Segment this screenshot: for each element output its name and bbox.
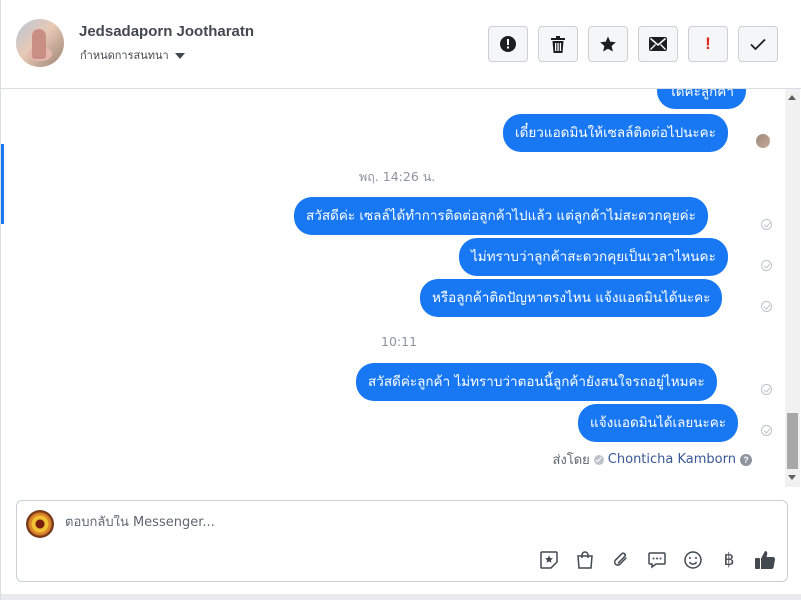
check-icon — [750, 38, 766, 50]
sent-check-icon — [761, 219, 772, 230]
sender-name[interactable]: Chonticha Kamborn — [608, 452, 736, 467]
sticker-button[interactable] — [537, 548, 561, 572]
contact-avatar[interactable] — [16, 19, 64, 67]
payment-button[interactable]: ฿ — [717, 548, 741, 572]
shopping-bag-icon — [577, 551, 593, 569]
sticker-icon — [540, 551, 558, 569]
message-timestamp: พฤ. 14:26 น. — [359, 169, 436, 184]
sent-by-label: ส่งโดย — [552, 453, 590, 468]
message-bubble[interactable]: หรือลูกค้าติดปัญหาตรงไหน แจ้งแอดมินได้นะ… — [420, 279, 723, 317]
header-toolbar: ! — [488, 26, 778, 62]
message-bubble[interactable]: เดี๋ยวแอดมินให้เซลล์ติดต่อไปนะคะ — [503, 114, 728, 152]
scroll-thumb[interactable] — [787, 413, 798, 469]
emoji-icon — [684, 551, 702, 569]
saved-replies-button[interactable] — [645, 548, 669, 572]
shop-button[interactable] — [573, 548, 597, 572]
message-bubble[interactable]: ได้ค่ะลูกค้า — [657, 89, 746, 109]
sent-check-icon — [761, 425, 772, 436]
page-avatar — [26, 510, 54, 538]
contact-name[interactable]: Jedsadaporn Jootharatn — [79, 23, 254, 40]
exclamation-icon: ! — [705, 34, 711, 53]
paperclip-icon — [613, 552, 627, 566]
help-icon[interactable]: ? — [740, 453, 752, 466]
schedule-dropdown[interactable]: กำหนดการสนทนา — [80, 46, 185, 64]
message-thread[interactable]: ได้ค่ะลูกค้า เดี๋ยวแอดมินให้เซลล์ติดต่อไ… — [1, 89, 785, 487]
sent-check-icon — [761, 384, 772, 395]
envelope-icon — [649, 37, 667, 51]
sent-check-icon — [761, 260, 772, 271]
message-bubble[interactable]: แจ้งแอดมินได้เลยนะคะ — [578, 404, 739, 442]
alert-circle-icon — [500, 36, 516, 52]
message-bubble[interactable]: สวัสดีค่ะลูกค้า ไม่ทราบว่าตอนนี้ลูกค้ายั… — [356, 363, 717, 401]
baht-icon: ฿ — [723, 550, 735, 569]
seen-avatar — [756, 134, 770, 148]
mark-done-button[interactable] — [738, 26, 778, 62]
conversation-panel: Jedsadaporn Jootharatn กำหนดการสนทนา ! ไ… — [0, 0, 801, 600]
conversation-header: Jedsadaporn Jootharatn กำหนดการสนทนา ! — [1, 0, 801, 89]
message-bubble[interactable]: สวัสดีค่ะ เซลล์ได้ทำการติดต่อลูกค้าไปแล้… — [294, 197, 708, 235]
reply-input[interactable] — [65, 515, 665, 530]
window-bottom-edge — [1, 594, 801, 600]
sent-by-info: ส่งโดย Chonticha Kamborn ? — [552, 449, 752, 470]
message-timestamp: 10:11 — [381, 334, 418, 349]
reply-composer: ฿ — [16, 500, 788, 582]
scroll-down-arrow-icon[interactable] — [788, 475, 796, 480]
composer-actions: ฿ — [537, 548, 777, 572]
spam-button[interactable]: ! — [688, 26, 728, 62]
like-icon — [755, 551, 776, 570]
attach-button[interactable] — [609, 548, 633, 572]
report-button[interactable] — [488, 26, 528, 62]
sent-check-icon — [761, 301, 772, 312]
message-bubble[interactable]: ไม่ทราบว่าลูกค้าสะดวกคุยเป็นเวลาไหนคะ — [459, 238, 728, 276]
thread-scrollbar[interactable] — [785, 89, 800, 487]
star-button[interactable] — [588, 26, 628, 62]
trash-icon — [551, 35, 565, 53]
emoji-button[interactable] — [681, 548, 705, 572]
scroll-up-arrow-icon[interactable] — [788, 95, 796, 100]
schedule-label: กำหนดการสนทนา — [80, 49, 169, 62]
delete-button[interactable] — [538, 26, 578, 62]
star-icon — [600, 36, 616, 52]
like-button[interactable] — [753, 548, 777, 572]
saved-reply-icon — [648, 552, 666, 569]
caret-down-icon — [174, 52, 185, 59]
check-circle-icon — [593, 454, 604, 465]
mark-unread-button[interactable] — [638, 26, 678, 62]
